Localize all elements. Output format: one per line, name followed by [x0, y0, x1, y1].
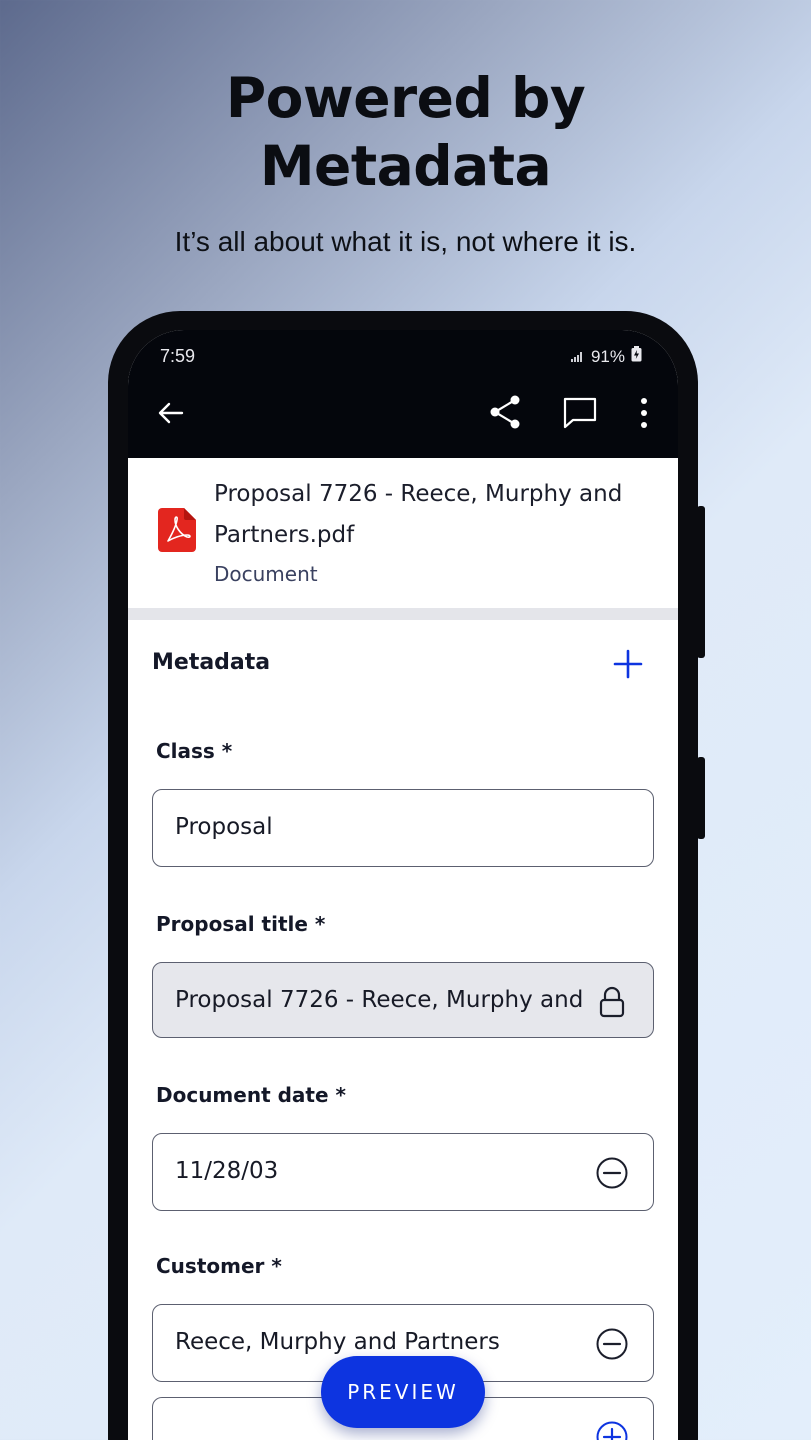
metadata-section-title: Metadata	[152, 650, 271, 675]
promo-subline: It’s all about what it is, not where it …	[174, 226, 637, 257]
status-time: 7:59	[160, 346, 196, 366]
promo-headline: Powered by Metadata	[0, 64, 811, 200]
minus-circle-icon	[596, 1328, 628, 1360]
promo-headline-line2: Metadata	[259, 134, 552, 198]
document-date-field[interactable]: 11/28/03	[152, 1133, 654, 1211]
arrow-left-icon	[158, 402, 184, 424]
pdf-icon	[158, 508, 196, 552]
plus-icon	[613, 649, 643, 679]
remove-customer-button[interactable]	[595, 1327, 629, 1361]
status-indicators: 91%	[570, 346, 642, 367]
signal-icon	[570, 347, 585, 367]
preview-button[interactable]: PREVIEW	[321, 1356, 485, 1428]
comment-icon	[563, 397, 597, 429]
remove-date-button[interactable]	[595, 1156, 629, 1190]
class-label: Class *	[156, 739, 233, 763]
section-divider	[128, 608, 678, 620]
top-app-bar: 7:59 91%	[128, 330, 678, 458]
back-button[interactable]	[156, 398, 186, 428]
add-customer-button[interactable]	[595, 1420, 629, 1440]
comment-button[interactable]	[562, 396, 598, 430]
phone-side-button	[697, 506, 705, 658]
share-icon	[490, 395, 520, 429]
proposal-title-value: Proposal 7726 - Reece, Murphy and	[175, 987, 584, 1013]
battery-percent: 91%	[590, 346, 625, 366]
document-date-value: 11/28/03	[175, 1158, 279, 1184]
app-screen: 7:59 91% Proposal 7726 - Reece, Murphy a…	[128, 330, 678, 1440]
battery-charging-icon	[631, 346, 642, 367]
document-date-label: Document date *	[156, 1083, 346, 1107]
class-field[interactable]: Proposal	[152, 789, 654, 867]
file-header: Proposal 7726 - Reece, Murphy and Partne…	[128, 458, 678, 608]
class-value: Proposal	[175, 814, 273, 840]
share-button[interactable]	[488, 394, 524, 430]
proposal-title-label: Proposal title *	[156, 912, 326, 936]
customer-value: Reece, Murphy and Partners	[175, 1329, 500, 1355]
proposal-title-field: Proposal 7726 - Reece, Murphy and	[152, 962, 654, 1038]
customer-label: Customer *	[156, 1254, 282, 1278]
phone-side-button	[697, 757, 705, 839]
file-type: Document	[214, 562, 318, 586]
minus-circle-icon	[596, 1157, 628, 1189]
more-options-button[interactable]	[636, 396, 652, 430]
lock-icon	[595, 985, 629, 1019]
more-vertical-icon	[641, 398, 647, 428]
add-metadata-button[interactable]	[612, 648, 644, 680]
promo-headline-line1: Powered by	[225, 66, 586, 130]
file-name: Proposal 7726 - Reece, Murphy and Partne…	[214, 481, 623, 548]
plus-circle-icon	[596, 1421, 628, 1440]
